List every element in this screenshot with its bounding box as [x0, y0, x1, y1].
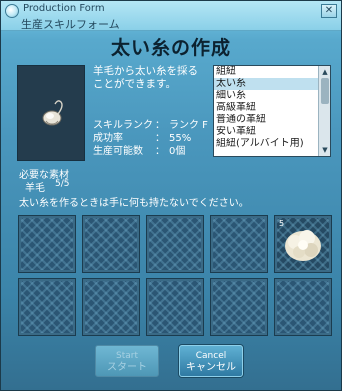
- slot-count: 5: [279, 219, 285, 228]
- recipe-list-item[interactable]: 細い糸: [214, 90, 318, 102]
- cancel-label-jp: キャンセル: [186, 362, 236, 373]
- window-title-jp: 生産スキルフォーム: [21, 18, 120, 31]
- description-line: 羊毛から太い糸を採る: [93, 65, 198, 77]
- app-orb-icon: [5, 4, 19, 18]
- material-slot[interactable]: [18, 278, 76, 336]
- material-slot[interactable]: [18, 215, 76, 273]
- cancel-label-en: Cancel: [195, 351, 227, 361]
- stat-colon: ：: [155, 146, 165, 157]
- stat-label: スキルランク: [93, 120, 153, 131]
- title-bar[interactable]: Production Form 生産スキルフォーム ✕: [1, 1, 341, 31]
- material-slot[interactable]: [146, 278, 204, 336]
- description: 羊毛から太い糸を採る ことができます。: [93, 65, 213, 91]
- stat-possible: 生産可能数 ： 0個: [93, 145, 218, 158]
- recipe-list-item[interactable]: 普通の革紐: [214, 114, 318, 126]
- stat-colon: ：: [155, 120, 165, 131]
- material-slot[interactable]: [210, 215, 268, 273]
- thread-spool-icon: [42, 100, 63, 126]
- start-label-en: Start: [116, 351, 138, 361]
- material-slot[interactable]: [210, 278, 268, 336]
- cancel-button[interactable]: Cancel キャンセル: [179, 345, 243, 377]
- stats-panel: スキルランク ： ランク F 成功率 ： 55% 生産可能数 ： 0個: [93, 119, 218, 158]
- recipe-list-item[interactable]: 組紐(アルバイト用): [214, 138, 318, 150]
- notice-text: 太い糸を作るときは手に何も持たないでください。: [19, 198, 249, 209]
- close-button[interactable]: ✕: [321, 4, 337, 18]
- recipe-list-item[interactable]: 高級革紐: [214, 102, 318, 114]
- start-button[interactable]: Start スタート: [95, 345, 159, 377]
- recipe-scrollbar[interactable]: ▲ ▼: [318, 66, 330, 156]
- material-slot[interactable]: [82, 278, 140, 336]
- material-slot[interactable]: [274, 278, 332, 336]
- stat-rank: スキルランク ： ランク F: [93, 119, 218, 132]
- scroll-up-icon[interactable]: ▲: [320, 67, 330, 77]
- window-title-en: Production Form: [23, 3, 105, 14]
- scroll-thumb[interactable]: [321, 78, 329, 104]
- stat-success: 成功率 ： 55%: [93, 132, 218, 145]
- material-slot[interactable]: [82, 215, 140, 273]
- material-slot[interactable]: [146, 215, 204, 273]
- recipe-list-item[interactable]: 太い糸: [214, 78, 318, 90]
- start-label-jp: スタート: [107, 362, 147, 373]
- stat-value: 0個: [169, 146, 186, 157]
- stat-label: 生産可能数: [93, 146, 143, 157]
- stat-label: 成功率: [93, 133, 123, 144]
- wool-bundle-icon: [285, 230, 321, 261]
- item-preview: [17, 65, 85, 161]
- stat-value: 55%: [169, 133, 192, 144]
- material-slot[interactable]: 5: [274, 215, 332, 273]
- material-name: 羊毛: [25, 183, 45, 194]
- page-title: 太い糸の作成: [110, 37, 231, 59]
- description-line: ことができます。: [93, 78, 176, 90]
- stat-colon: ：: [155, 133, 165, 144]
- recipe-list-item[interactable]: 組紐: [214, 66, 318, 78]
- production-form-window: Production Form 生産スキルフォーム ✕ 太い糸の作成 羊毛から太…: [0, 0, 342, 391]
- recipe-list-item[interactable]: 安い革紐: [214, 126, 318, 138]
- recipe-listbox[interactable]: 組紐 太い糸 細い糸 高級革紐 普通の革紐 安い革紐 組紐(アルバイト用) ▲ ▼: [213, 65, 331, 157]
- stat-value: ランク F: [169, 120, 208, 131]
- scroll-down-icon[interactable]: ▼: [320, 145, 330, 155]
- material-count: 5/5: [55, 179, 70, 189]
